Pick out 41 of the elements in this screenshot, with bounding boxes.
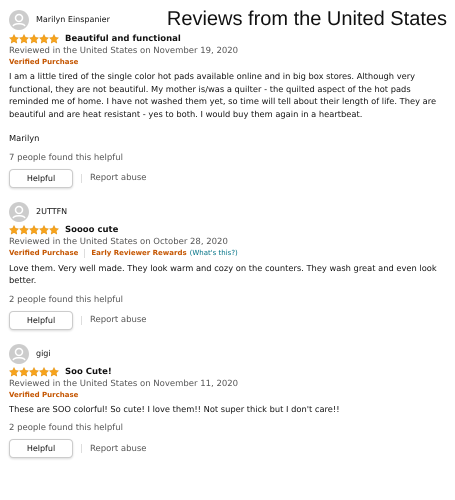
helpful-button[interactable]: Helpful: [9, 168, 73, 188]
reviewer-name[interactable]: Marilyn Einspanier: [36, 15, 110, 24]
report-abuse-link[interactable]: Report abuse: [90, 315, 147, 325]
avatar-icon: [9, 10, 29, 30]
review-date: Reviewed in the United States on October 28, 2020: [9, 236, 229, 246]
review-date: Reviewed in the United States on November 19, 2020: [9, 46, 240, 56]
star-icon: [29, 366, 39, 376]
review-text: Love them. Very well made. They look warm and cozy on the counters. They wash great and even look better.: [9, 262, 438, 286]
helpful-count: 2 people found this helpful: [9, 423, 124, 433]
review-text: Marilyn: [9, 132, 40, 144]
helpful-button[interactable]: Helpful: [9, 310, 73, 330]
star-icon: [49, 34, 59, 44]
star-icon: [9, 224, 19, 234]
star-icon: [49, 366, 59, 376]
helpful-count: 2 people found this helpful: [9, 294, 124, 304]
review-date: Reviewed in the United States on November 11, 2020: [9, 378, 240, 388]
review-headline[interactable]: Soo Cute!: [65, 366, 112, 376]
review-headline[interactable]: Beautiful and functional: [65, 34, 181, 44]
review-headline[interactable]: Soooo cute: [65, 224, 118, 234]
star-icon: [39, 224, 49, 234]
avatar-icon: [9, 202, 29, 222]
star-icon: [9, 366, 19, 376]
helpful-button[interactable]: Helpful: [9, 439, 73, 458]
avatar-icon: [9, 344, 29, 364]
page-title: Reviews from the United States: [166, 8, 447, 31]
star-icon: [19, 366, 29, 376]
reviewer-name[interactable]: gigi: [36, 349, 51, 358]
star-icon: [39, 34, 49, 44]
star-icon: [49, 224, 59, 234]
star-icon: [39, 366, 49, 376]
reviewer-name[interactable]: 2UTTFN: [36, 207, 68, 216]
review-text: I am a little tired of the single color hot pads available online and in big box stores. Although very functional, they are not beautiful. My mother is/was a quilter - the quilted aspect of the hot pads reminded me of home. I have not washed them yet, so time will tell about their length of life. They are beautiful and are heat resistant - yes to both. I would buy them again in a heartbeat.: [9, 70, 438, 120]
star-icon: [19, 34, 29, 44]
report-abuse-link[interactable]: Report abuse: [90, 173, 147, 183]
review-text: These are SOO colorful! So cute! I love them!! Not super thick but I don't care!!: [9, 402, 341, 415]
star-icon: [29, 224, 39, 234]
star-icon: [19, 224, 29, 234]
star-icon: [29, 34, 39, 44]
star-icon: [9, 34, 19, 44]
report-abuse-link[interactable]: Report abuse: [90, 444, 147, 454]
helpful-count: 7 people found this helpful: [9, 152, 124, 162]
